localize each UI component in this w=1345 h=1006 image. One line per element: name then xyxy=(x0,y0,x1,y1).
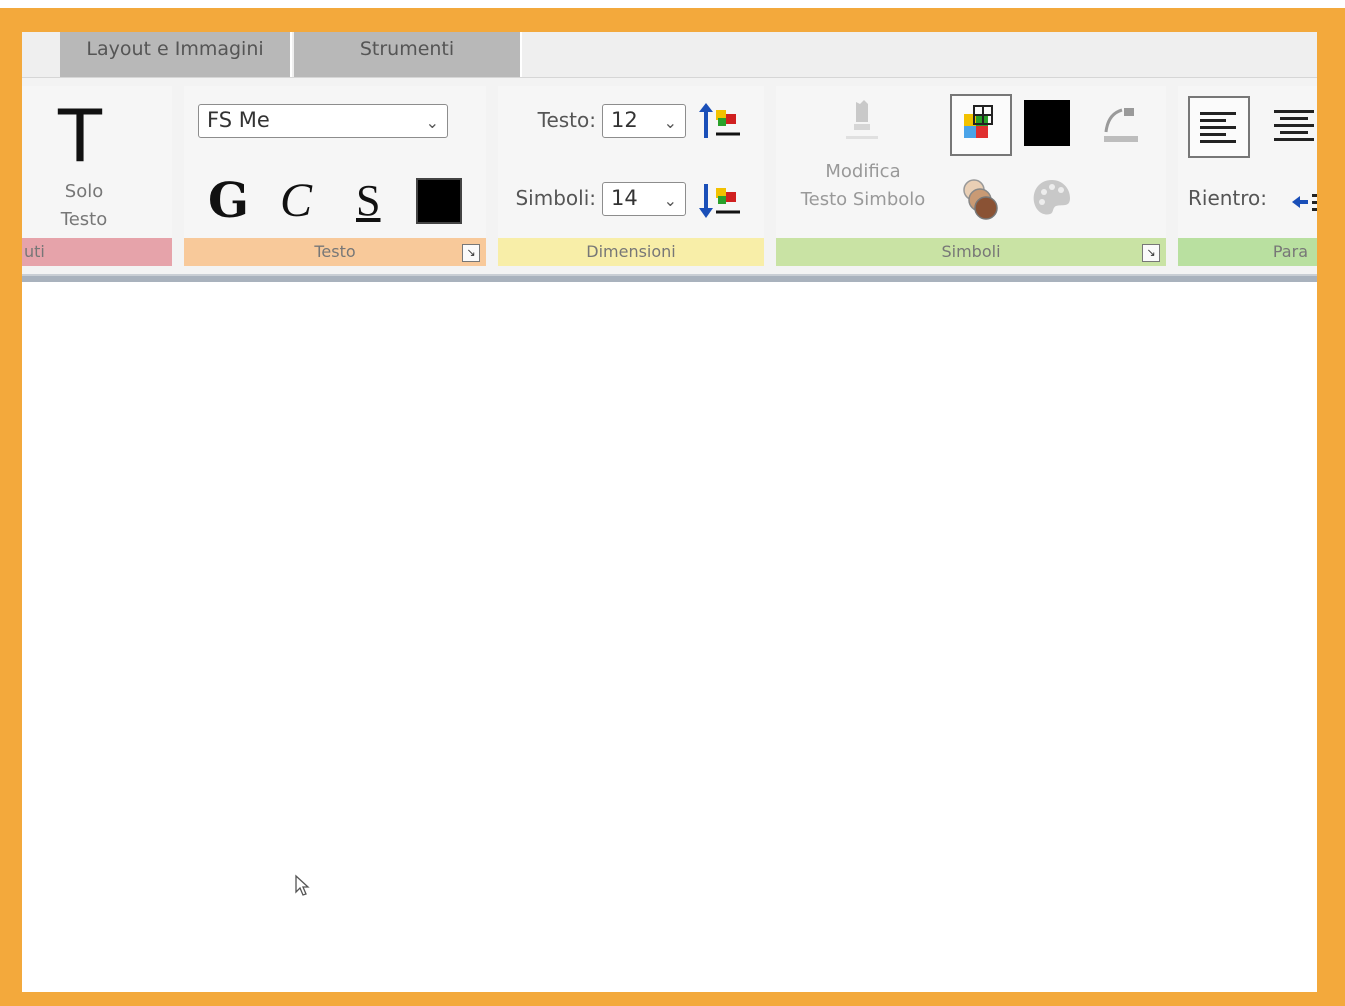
chevron-down-icon: ⌄ xyxy=(425,113,439,132)
font-family-value: FS Me xyxy=(207,108,270,132)
solo-label-line2: Testo xyxy=(60,209,108,230)
symbol-size-select[interactable]: 14 ⌄ xyxy=(602,182,686,216)
ribbon-tab-strip: Layout e Immagini Strumenti xyxy=(22,32,1317,78)
edit-symbol-text-button[interactable]: Modifica Testo Simbolo xyxy=(790,158,936,214)
dialog-launcher-icon[interactable]: ↘ xyxy=(1142,244,1160,262)
tab-strumenti[interactable]: Strumenti xyxy=(294,32,522,77)
bold-button[interactable]: G xyxy=(208,176,249,226)
symbol-style-icon[interactable] xyxy=(1096,102,1146,148)
increase-indent-icon[interactable] xyxy=(1290,190,1317,214)
group-footer-paragrafo-label: Para xyxy=(1272,242,1308,261)
app-window: Layout e Immagini Strumenti T Solo Testo… xyxy=(22,32,1317,992)
decrease-size-icon[interactable] xyxy=(698,180,742,220)
align-center-icon xyxy=(1274,110,1314,141)
group-footer-solo: uti xyxy=(22,238,172,266)
group-footer-solo-label: uti xyxy=(24,242,45,261)
tab-layout-e-immagini[interactable]: Layout e Immagini xyxy=(60,32,292,77)
group-footer-simboli-label: Simboli xyxy=(941,242,1001,261)
solo-label-line1: Solo xyxy=(64,181,104,202)
group-dimensioni: Testo: 12 ⌄ Simboli: 14 ⌄ Dimensioni xyxy=(498,86,764,266)
edit-symbol-label-line1: Modifica xyxy=(825,161,901,182)
group-footer-testo: Testo xyxy=(184,238,486,266)
text-size-value: 12 xyxy=(611,108,638,132)
document-canvas[interactable] xyxy=(22,282,1317,992)
group-footer-testo-label: Testo xyxy=(314,242,356,261)
group-simboli: Modifica Testo Simbolo Simboli ↘ xyxy=(776,86,1166,266)
group-footer-dimensioni: Dimensioni xyxy=(498,238,764,266)
align-center-button[interactable] xyxy=(1266,96,1317,158)
group-paragrafo: Rientro: Para xyxy=(1178,86,1317,266)
skin-tone-icon[interactable] xyxy=(956,174,1006,222)
simboli-size-label: Simboli: xyxy=(515,186,596,210)
symbol-size-value: 14 xyxy=(611,186,638,210)
symbol-fill-color-button[interactable] xyxy=(1024,100,1070,146)
testo-size-label: Testo: xyxy=(537,108,596,132)
edit-symbol-label-line2: Testo Simbolo xyxy=(800,189,926,210)
ribbon-separator xyxy=(22,274,1317,282)
text-color-button[interactable] xyxy=(416,178,462,224)
ribbon: T Solo Testo uti FS Me ⌄ G C S Testo ↘ T… xyxy=(22,78,1317,274)
group-footer-simboli: Simboli xyxy=(776,238,1166,266)
color-grid-icon xyxy=(964,105,993,138)
indent-label: Rientro: xyxy=(1188,186,1268,210)
italic-button[interactable]: C xyxy=(280,176,312,226)
underline-button[interactable]: S xyxy=(356,176,380,226)
edit-symbol-text-icon xyxy=(846,100,878,139)
dialog-launcher-icon[interactable]: ↘ xyxy=(462,244,480,262)
solo-testo-button[interactable]: T xyxy=(58,96,102,176)
text-only-icon: T xyxy=(58,94,102,178)
align-left-icon xyxy=(1200,112,1236,143)
frame-top-edge xyxy=(0,0,1345,8)
mouse-cursor-icon xyxy=(295,874,310,896)
group-footer-dimensioni-label: Dimensioni xyxy=(586,242,676,261)
solo-testo-label: Solo Testo xyxy=(42,178,126,234)
group-solo-testo: T Solo Testo uti xyxy=(22,86,172,266)
group-testo: FS Me ⌄ G C S Testo ↘ xyxy=(184,86,486,266)
symbol-colors-button[interactable] xyxy=(950,94,1012,156)
increase-size-icon[interactable] xyxy=(698,102,742,142)
group-footer-paragrafo: Para xyxy=(1178,238,1317,266)
chevron-down-icon: ⌄ xyxy=(663,191,677,210)
font-family-select[interactable]: FS Me ⌄ xyxy=(198,104,448,138)
text-size-select[interactable]: 12 ⌄ xyxy=(602,104,686,138)
chevron-down-icon: ⌄ xyxy=(663,113,677,132)
palette-icon[interactable] xyxy=(1030,176,1074,220)
align-left-button[interactable] xyxy=(1188,96,1250,158)
